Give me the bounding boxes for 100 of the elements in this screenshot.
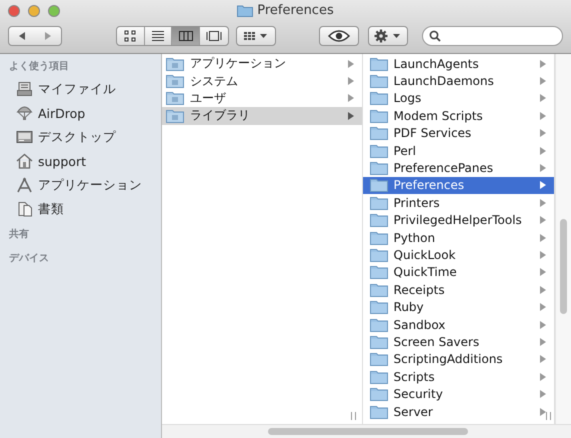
folder-row[interactable]: システム (162, 72, 362, 90)
sidebar-item[interactable]: 書類 (0, 197, 161, 221)
disclosure-arrow-icon (540, 198, 546, 207)
view-mode-control[interactable] (116, 26, 230, 46)
folder-row[interactable]: Python (362, 228, 554, 246)
sidebar-item[interactable]: アプリケーション (0, 173, 161, 197)
folder-row[interactable]: Security (362, 385, 554, 403)
quick-look-button[interactable] (319, 26, 359, 46)
folder-row[interactable]: ライブラリ (162, 107, 362, 125)
disclosure-arrow-icon (540, 303, 546, 312)
folder-icon (370, 282, 388, 297)
zoom-button[interactable] (48, 5, 60, 17)
folder-icon (370, 265, 388, 280)
folder-icon (370, 108, 388, 123)
folder-icon (370, 334, 388, 349)
folder-row[interactable]: Screen Savers (362, 333, 554, 351)
disclosure-arrow-icon (540, 372, 546, 381)
sidebar-item-label: 書類 (38, 200, 64, 218)
sidebar-item[interactable]: マイファイル (0, 77, 161, 101)
folder-row[interactable]: ScriptingAdditions (362, 350, 554, 368)
disclosure-arrow-icon (540, 355, 546, 364)
folder-row[interactable]: Server (362, 402, 554, 420)
folder-icon (370, 300, 388, 314)
folder-row[interactable]: ユーザ (162, 90, 362, 108)
disclosure-arrow-icon (540, 112, 546, 120)
disclosure-arrow-icon (540, 286, 546, 294)
search-icon (428, 30, 441, 42)
arrange-button[interactable] (236, 26, 276, 46)
folder-icon (370, 178, 388, 192)
view-button[interactable] (172, 27, 200, 45)
folder-row[interactable]: QuickLook (362, 246, 554, 264)
folder-row[interactable]: Modem Scripts (362, 107, 554, 125)
icon-view-icon (122, 30, 138, 42)
close-button[interactable] (8, 5, 20, 17)
folder-icon (370, 387, 388, 402)
folder-icon (370, 144, 388, 158)
folder-icon (370, 196, 388, 210)
horizontal-scrollbar[interactable] (162, 424, 571, 438)
compass-icon (16, 177, 33, 193)
disclosure-arrow-icon (540, 390, 546, 398)
folder-icon (370, 56, 388, 71)
column-resize-handle[interactable] (546, 412, 552, 420)
folder-icon (370, 213, 388, 228)
sidebar-item[interactable]: support (0, 149, 161, 173)
folder-row[interactable]: PreferencePanes (362, 159, 554, 177)
action-button[interactable] (368, 26, 408, 46)
folder-icon (370, 126, 388, 140)
vertical-scrollbar[interactable] (555, 54, 571, 424)
disclosure-arrow-icon (540, 268, 546, 276)
disclosure-arrow-icon (348, 112, 354, 120)
sidebar-section-title: デバイス (8, 252, 50, 266)
minimize-button[interactable] (28, 5, 40, 17)
folder-row[interactable]: Receipts (362, 281, 554, 298)
sidebar-item-label: AirDrop (38, 106, 86, 120)
folder-row[interactable]: Scripts (362, 368, 554, 386)
cover-flow-icon (206, 30, 222, 42)
disclosure-arrow-icon (540, 129, 546, 138)
folder-icon (370, 352, 388, 366)
list-view-icon (150, 30, 166, 42)
column-resize-handle[interactable] (350, 412, 356, 420)
disclosure-arrow-icon (540, 60, 546, 68)
column-view-icon (178, 30, 194, 42)
folder-row[interactable]: Preferences (362, 176, 554, 194)
folder-row[interactable]: PDF Services (362, 124, 554, 142)
folder-row[interactable]: QuickTime (362, 264, 554, 282)
back-icon[interactable] (16, 31, 27, 41)
folder-row[interactable]: Sandbox (362, 316, 554, 334)
folder-icon (370, 230, 388, 245)
parachute-icon (16, 105, 33, 121)
sidebar-item[interactable]: AirDrop (0, 101, 161, 125)
folder-icon (370, 161, 388, 176)
house-icon (16, 153, 33, 169)
grid-dropdown-icon (244, 31, 268, 41)
folder-row[interactable]: Ruby (362, 298, 554, 316)
forward-icon[interactable] (42, 31, 53, 41)
folder-icon (370, 248, 388, 262)
sidebar-item-label: デスクトップ (38, 128, 116, 146)
folder-icon (166, 108, 184, 123)
folder-icon (370, 318, 388, 332)
sidebar-section-title: よく使う項目 (8, 60, 70, 74)
folder-row[interactable]: Logs (362, 90, 554, 108)
back-forward-control[interactable] (8, 26, 62, 46)
folder-row[interactable]: PrivilegedHelperTools (362, 212, 554, 229)
sidebar-section-title: 共有 (8, 228, 30, 242)
gear-icon (374, 29, 402, 43)
folder-icon (370, 74, 388, 88)
folder-icon (370, 91, 388, 106)
folder-row[interactable]: LaunchDaemons (362, 72, 554, 90)
sidebar-item[interactable]: デスクトップ (0, 125, 161, 149)
window-title: Preferences (257, 3, 334, 18)
folder-row[interactable]: LaunchAgents (362, 55, 554, 72)
folder-icon (166, 91, 184, 106)
folder-row[interactable]: Perl (362, 142, 554, 160)
disclosure-arrow-icon (540, 408, 546, 416)
monitor-icon (16, 129, 33, 145)
folder-row[interactable]: Printers (362, 194, 554, 212)
search-field[interactable] (422, 26, 563, 46)
folder-row[interactable]: アプリケーション (162, 55, 362, 72)
folder-icon (166, 74, 184, 88)
disclosure-arrow-icon (540, 146, 546, 155)
